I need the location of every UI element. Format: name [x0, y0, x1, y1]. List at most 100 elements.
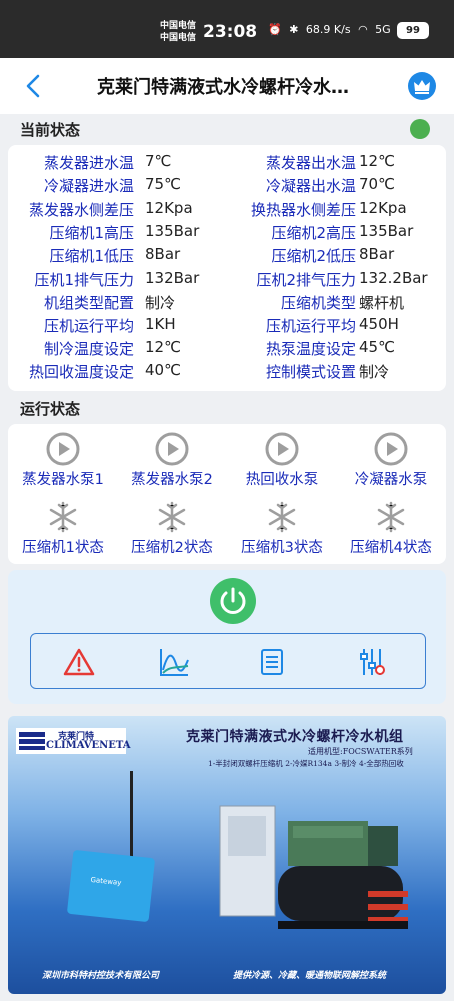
param-value: 7℃ [145, 152, 172, 170]
power-icon [220, 587, 246, 614]
pump-label: 蒸发器水泵2 [131, 472, 213, 488]
param-row: 压机1排气压力 132Bar 压机2排气压力 132.2Bar [8, 269, 446, 292]
param-label: 压缩机1高压 [49, 224, 134, 242]
pump-label: 蒸发器水泵1 [22, 472, 104, 488]
param-row: 蒸发器水侧差压 12Kpa 换热器水侧差压 12Kpa [8, 199, 446, 222]
chart-curve-icon[interactable] [158, 646, 190, 678]
alarm-warning-icon[interactable] [63, 646, 95, 678]
param-label: 制冷温度设定 [43, 340, 134, 358]
brand-mark-icon [19, 732, 45, 750]
param-value: 450H [359, 315, 399, 333]
wifi-icon: ◠ [358, 23, 368, 36]
current-status-heading: 当前状态 [20, 121, 81, 139]
antenna-image [130, 771, 133, 861]
param-label: 压机1排气压力 [34, 271, 134, 289]
banner-description: 1-半封闭双螺杆压缩机 2-冷媒R134a 3-制冷 4-全部热回收 [208, 759, 404, 768]
param-label: 换热器水侧差压 [250, 201, 356, 219]
signal-5g: 5G [375, 23, 391, 36]
compressor-status-item: 压缩机1状态 [8, 500, 118, 557]
param-value: 12℃ [359, 152, 395, 170]
carrier-2: 中国电信 [160, 33, 197, 43]
banner-footer-slogan: 提供冷源、冷藏、暖通物联网解控系统 [233, 971, 387, 981]
play-icon [374, 432, 408, 466]
net-speed: 68.9 K/s [305, 23, 351, 36]
compressor-label: 压缩机4状态 [350, 540, 432, 556]
back-icon[interactable] [22, 72, 46, 100]
run-status-heading: 运行状态 [20, 400, 81, 418]
compressor-status-item: 压缩机2状态 [117, 500, 227, 557]
param-label: 压缩机1低压 [49, 247, 134, 265]
banner-model: 适用机型:FOCSWATER系列 [308, 747, 413, 756]
current-status-card: 蒸发器进水温 7℃ 蒸发器出水温 12℃ 冷凝器进水温 75℃ 冷凝器出水温 7… [8, 145, 446, 391]
pump-status-item: 蒸发器水泵1 [8, 432, 118, 489]
title-bar: 克莱门特满液式水冷螺杆冷水… [0, 58, 454, 114]
banner-title: 克莱门特满液式水冷螺杆冷水机组 [186, 729, 404, 745]
pump-status-item: 热回收水泵 [227, 432, 337, 489]
param-value: 75℃ [145, 175, 181, 193]
param-value: 70℃ [359, 175, 395, 193]
param-row: 压缩机1低压 8Bar 压缩机2低压 8Bar [8, 245, 446, 268]
chiller-unit-image [219, 805, 408, 929]
param-label: 压机运行平均 [265, 317, 356, 335]
param-row: 压机运行平均 1KH 压机运行平均 450H [8, 315, 446, 338]
brand-logo: 克莱门特 CLIMAVENETA [16, 728, 131, 754]
param-label: 机组类型配置 [43, 294, 134, 312]
param-value: 132Bar [145, 269, 200, 287]
param-row: 热回收温度设定 40℃ 控制模式设置 制冷 [8, 361, 446, 384]
clock: 23:08 [203, 22, 258, 42]
snowflake-icon [377, 501, 405, 533]
play-icon [265, 432, 299, 466]
power-button[interactable] [210, 578, 256, 624]
play-icon [155, 432, 189, 466]
param-value: 135Bar [359, 222, 414, 240]
param-label: 压机2排气压力 [256, 271, 356, 289]
alarm-icon: ⏰ [268, 23, 282, 36]
pump-label: 热回收水泵 [245, 472, 319, 488]
param-value: 40℃ [145, 361, 181, 379]
product-banner[interactable]: 克莱门特 CLIMAVENETA 克莱门特满液式水冷螺杆冷水机组 适用机型:FO… [8, 716, 446, 994]
param-label: 蒸发器出水温 [265, 154, 356, 172]
param-value: 132.2Bar [359, 269, 428, 287]
param-value: 制冷 [359, 363, 390, 381]
status-icons: ⏰ ✱ 68.9 K/s ◠ 5G 4G [268, 23, 418, 36]
param-label: 蒸发器进水温 [43, 154, 134, 172]
param-value: 8Bar [359, 245, 395, 263]
banner-footer-company: 深圳市科特村控技术有限公司 [42, 971, 160, 981]
carrier-info: 中国电信 中国电信 [160, 20, 196, 44]
gateway-device-image: Gateway [66, 849, 156, 923]
carrier-1: 中国电信 [160, 21, 197, 31]
param-label: 压机运行平均 [43, 317, 134, 335]
param-label: 蒸发器水侧差压 [28, 201, 134, 219]
pump-status-item: 冷凝器水泵 [336, 432, 446, 489]
param-value: 12Kpa [145, 199, 193, 217]
param-row: 机组类型配置 制冷 压缩机类型 螺杆机 [8, 292, 446, 315]
settings-sliders-icon[interactable] [356, 646, 388, 678]
param-value: 制冷 [145, 294, 176, 312]
param-value: 8Bar [145, 245, 181, 263]
list-document-icon[interactable] [256, 646, 288, 678]
param-value: 12℃ [145, 338, 181, 356]
bluetooth-icon: ✱ [289, 23, 299, 36]
compressor-label: 压缩机3状态 [241, 540, 323, 556]
battery-icon: 99 [397, 22, 429, 39]
snowflake-icon [268, 501, 296, 533]
param-value: 1KH [145, 315, 176, 333]
param-value: 螺杆机 [359, 294, 405, 312]
param-row: 制冷温度设定 12℃ 热泵温度设定 45℃ [8, 338, 446, 361]
logo-english: CLIMAVENETA [46, 740, 131, 751]
param-label: 压缩机2高压 [271, 224, 356, 242]
pump-label: 冷凝器水泵 [354, 472, 428, 488]
param-label: 控制模式设置 [265, 363, 356, 381]
pump-status-item: 蒸发器水泵2 [117, 432, 227, 489]
crown-icon[interactable] [408, 72, 436, 100]
param-label: 压缩机2低压 [271, 247, 356, 265]
compressor-status-item: 压缩机4状态 [336, 500, 446, 557]
param-value: 135Bar [145, 222, 200, 240]
param-label: 热泵温度设定 [265, 340, 356, 358]
online-status-indicator [410, 119, 430, 139]
param-label: 冷凝器出水温 [265, 177, 356, 195]
param-label: 压缩机类型 [280, 294, 356, 312]
run-status-card: 蒸发器水泵1 蒸发器水泵2 热回收水泵 冷凝器水泵 压缩机1状态 压缩机2状态 … [8, 424, 446, 564]
param-value: 12Kpa [359, 199, 407, 217]
param-row: 冷凝器进水温 75℃ 冷凝器出水温 70℃ [8, 175, 446, 198]
